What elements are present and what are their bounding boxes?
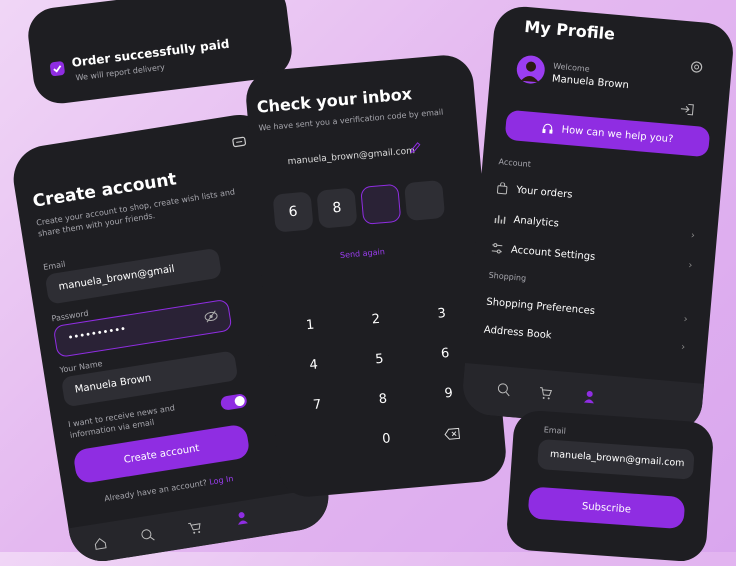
name-input-value: Manuela Brown (74, 372, 152, 396)
cart-icon[interactable] (187, 520, 203, 536)
key-6[interactable]: 6 (440, 346, 450, 362)
login-link[interactable]: Log In (209, 474, 234, 487)
shopping-section-label: Shopping (488, 270, 527, 283)
logout-icon[interactable] (679, 103, 694, 116)
email-input-value: manuela_brown@gmail (57, 263, 176, 293)
email-label: Email (42, 259, 67, 273)
menu-item-address-book-label: Address Book (483, 324, 553, 341)
search-icon[interactable] (496, 382, 511, 397)
chevron-right-icon: › (687, 259, 693, 271)
password-input-value: •••••••••• (66, 323, 127, 345)
user-name: Manuela Brown (551, 73, 630, 92)
key-2[interactable]: 2 (371, 312, 381, 328)
help-button-label: How can we help you? (561, 124, 674, 145)
eye-off-icon[interactable] (203, 309, 219, 323)
chevron-right-icon: › (680, 341, 686, 353)
subscribe-email-value: manuela_brown@gmail.com (549, 448, 685, 470)
chevron-right-icon: › (683, 313, 689, 325)
settings-icon[interactable] (689, 59, 704, 74)
verify-email: manuela_brown@gmail.com (287, 146, 416, 168)
key-8[interactable]: 8 (378, 392, 388, 408)
subscribe-card: Email manuela_brown@gmail.com Subscribe (505, 409, 715, 563)
key-5[interactable]: 5 (375, 352, 385, 368)
chat-icon[interactable] (231, 136, 247, 150)
verification-screen: Check your inbox We have sent you a veri… (243, 52, 509, 500)
password-input[interactable]: •••••••••• (52, 298, 233, 358)
bag-icon (496, 182, 509, 195)
profile-icon[interactable] (234, 510, 250, 526)
sliders-icon (491, 242, 504, 255)
code-digit-2[interactable]: 8 (316, 187, 358, 229)
chart-icon (493, 212, 506, 225)
headset-icon (541, 122, 554, 135)
news-toggle-knob (233, 395, 246, 407)
profile-icon[interactable] (582, 389, 597, 404)
key-3[interactable]: 3 (437, 306, 447, 322)
subscribe-button[interactable]: Subscribe (527, 486, 686, 530)
welcome-text: Welcome (552, 61, 591, 74)
avatar[interactable] (515, 54, 546, 85)
code-digit-1-value: 6 (287, 203, 299, 221)
help-button[interactable]: How can we help you? (504, 109, 711, 158)
edit-icon[interactable] (409, 142, 422, 155)
code-digit-1[interactable]: 6 (272, 191, 314, 233)
key-4[interactable]: 4 (309, 357, 319, 373)
login-prompt: Already have an account? Log In (104, 474, 234, 503)
menu-item-analytics-label: Analytics (513, 214, 560, 230)
send-again-link[interactable]: Send again (340, 247, 385, 260)
code-digit-2-value: 8 (331, 199, 343, 217)
subscribe-email-label: Email (543, 425, 567, 436)
key-0[interactable]: 0 (382, 431, 392, 447)
cart-icon[interactable] (538, 386, 553, 401)
key-7[interactable]: 7 (312, 397, 322, 413)
chevron-right-icon: › (690, 229, 696, 241)
email-input[interactable]: manuela_brown@gmail (44, 247, 223, 305)
search-icon[interactable] (140, 527, 156, 543)
news-toggle[interactable] (219, 393, 248, 411)
profile-title: My Profile (523, 16, 616, 44)
code-digit-3[interactable] (360, 183, 402, 225)
code-digit-4[interactable] (404, 179, 446, 222)
profile-screen: My Profile Welcome Manuela Brown How can… (460, 4, 736, 434)
menu-item-shopping-preferences-label: Shopping Preferences (485, 296, 596, 317)
check-icon (49, 60, 66, 77)
home-icon[interactable] (92, 537, 108, 551)
menu-item-settings-label: Account Settings (510, 244, 596, 263)
menu-item-orders-label: Your orders (515, 184, 573, 201)
subscribe-email-input[interactable]: manuela_brown@gmail.com (537, 438, 695, 480)
key-9[interactable]: 9 (444, 386, 454, 402)
account-section-label: Account (498, 157, 532, 169)
backspace-icon[interactable] (444, 427, 461, 440)
name-input[interactable]: Manuela Brown (60, 350, 239, 408)
have-account-text: Already have an account? (103, 478, 208, 504)
key-1[interactable]: 1 (305, 318, 315, 334)
